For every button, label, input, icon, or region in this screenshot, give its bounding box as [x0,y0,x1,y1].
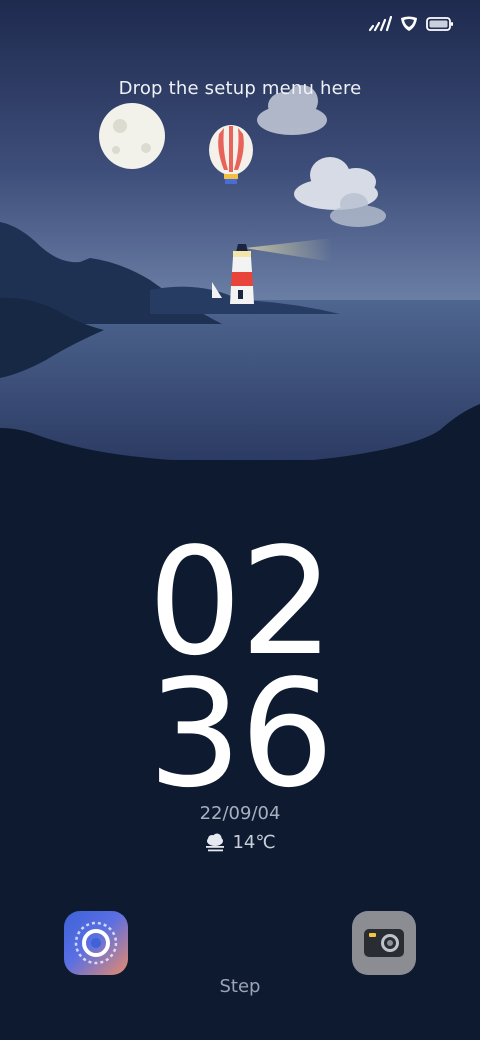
setup-menu-hint[interactable]: Drop the setup menu here [0,78,480,99]
step-app-icon [74,921,118,965]
weather-widget: 14℃ [0,832,480,853]
shield-icon [401,16,417,31]
lighthouse-icon [230,244,254,304]
signal-icon [368,16,392,32]
clock-minutes: 36 [147,648,334,820]
status-bar [368,16,454,32]
date-label: 22/09/04 [199,803,281,824]
camera-icon [364,929,404,957]
step-label: Step [219,976,261,997]
battery-icon [426,17,453,31]
temperature-label: 14℃ [232,832,276,853]
moon-icon [99,103,165,169]
step-app-button[interactable] [64,911,128,975]
camera-button[interactable] [352,911,416,975]
cloud-fog-icon [206,833,225,851]
